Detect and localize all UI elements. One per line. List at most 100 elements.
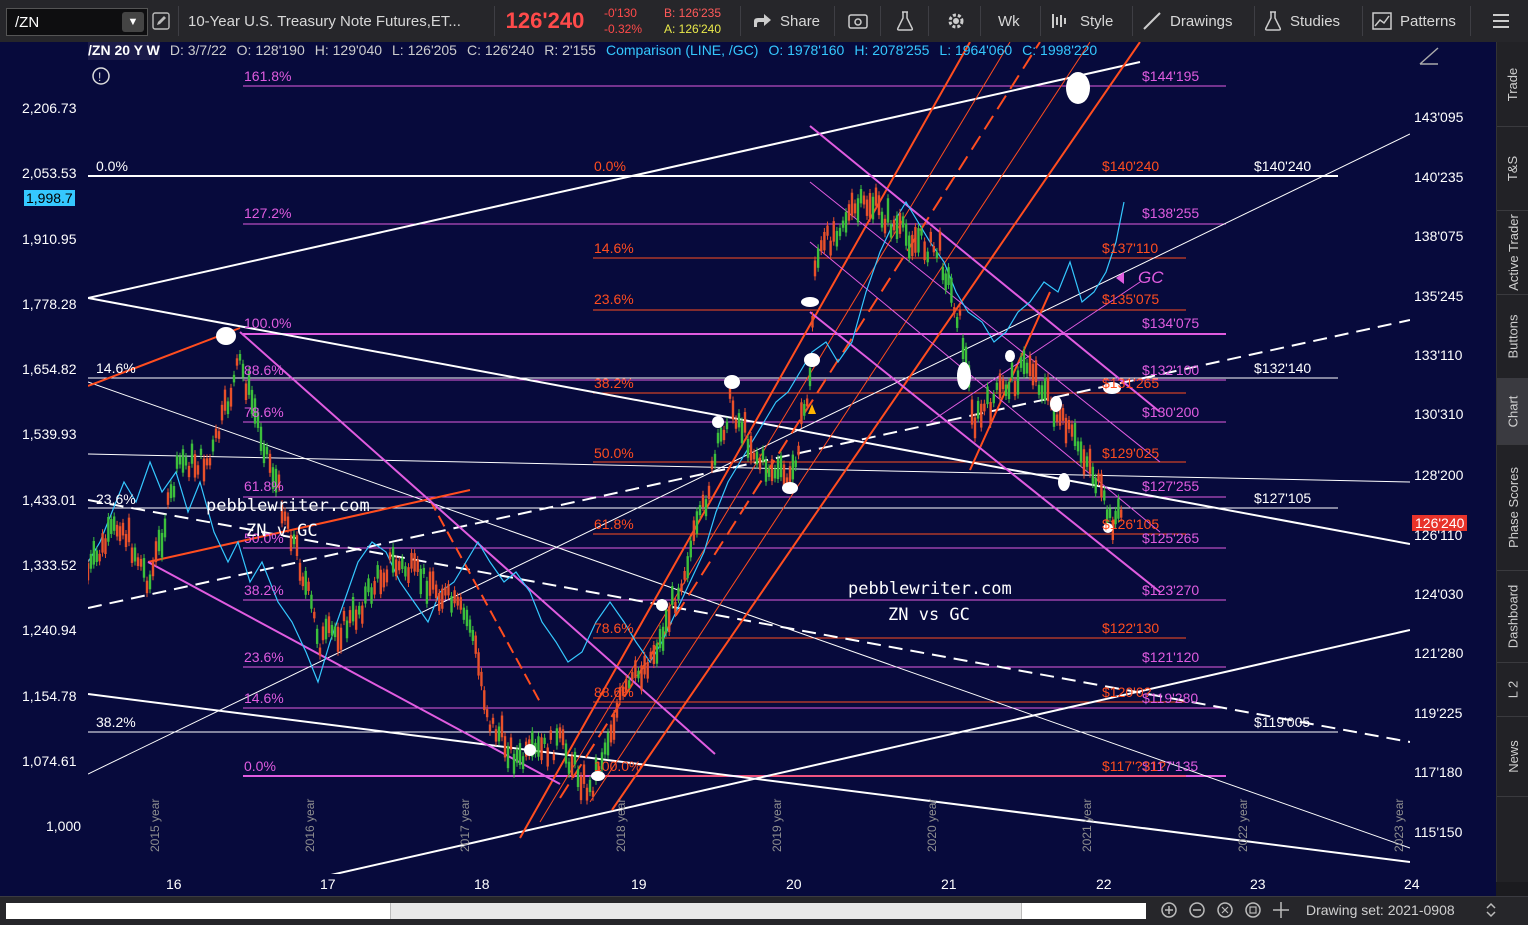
style-button[interactable]: Style <box>1050 0 1113 42</box>
tab-buttons[interactable]: Buttons <box>1497 294 1528 379</box>
candle-body <box>298 562 302 581</box>
candle-body <box>889 223 893 238</box>
zoom-area-icon[interactable] <box>1244 901 1262 919</box>
candle-body <box>576 769 580 788</box>
candle-body <box>908 235 911 259</box>
right-price-axis[interactable] <box>1410 42 1496 882</box>
watermark-text: pebblewriter.com <box>206 496 370 516</box>
candle-body <box>803 403 806 416</box>
tab-news[interactable]: News <box>1497 716 1528 797</box>
gear-icon[interactable] <box>946 0 966 42</box>
tab-phase-scores[interactable]: Phase Scores <box>1497 444 1528 571</box>
candle-body <box>1067 420 1071 430</box>
candle-body <box>770 459 774 482</box>
candle-body <box>877 195 881 216</box>
comparison-open: O: 1978'160 <box>768 42 845 58</box>
candle-body <box>1022 350 1026 375</box>
right-axis-label: 117'180 <box>1414 764 1463 780</box>
candle-body <box>895 215 899 240</box>
candle-body <box>865 199 869 216</box>
candle-body <box>917 227 920 253</box>
candle-body <box>1016 370 1020 395</box>
tab-level-2[interactable]: L 2 <box>1497 662 1528 717</box>
flask-icon[interactable] <box>896 0 914 42</box>
edit-pencil-icon[interactable] <box>152 0 170 42</box>
candle-body <box>743 412 747 433</box>
symbol-dropdown-icon[interactable]: ▼ <box>122 12 144 32</box>
price-level-label: $125'265 <box>1142 530 1200 546</box>
candle-body <box>615 702 619 718</box>
zoom-fit-icon[interactable] <box>1216 901 1234 919</box>
candle-body <box>677 587 680 600</box>
candle-body <box>92 541 96 565</box>
candle-body <box>422 567 426 574</box>
right-axis-label: 140'235 <box>1414 169 1464 185</box>
candle-body <box>901 216 905 228</box>
candle-body <box>631 672 634 680</box>
candle-body <box>552 753 556 761</box>
tab-time-and-sales[interactable]: T&S <box>1497 126 1528 211</box>
candle-body <box>800 402 803 425</box>
candle-body <box>958 309 962 316</box>
drawings-button[interactable]: Drawings <box>1142 0 1233 42</box>
fib-label: 23.6% <box>244 649 284 665</box>
candle-body <box>1085 456 1089 467</box>
candle-body <box>868 193 872 218</box>
candle-body <box>148 574 152 590</box>
symbol-text[interactable]: /ZN <box>7 14 122 31</box>
scale-icon[interactable] <box>1418 46 1440 71</box>
tab-chart[interactable]: Chart <box>1497 378 1528 445</box>
drawings-label: Drawings <box>1170 12 1233 30</box>
candle-body <box>829 240 832 256</box>
candle-body <box>923 241 926 261</box>
watermark-subtitle: ZN vs GC <box>888 605 970 625</box>
menu-icon[interactable] <box>1492 0 1510 42</box>
drawing-set-dropdown-icon[interactable] <box>1484 902 1498 923</box>
share-button[interactable]: Share <box>752 0 820 42</box>
fib-label: 88.6% <box>594 684 634 700</box>
candle-body <box>1019 357 1023 368</box>
candle-body <box>333 626 337 638</box>
candle-body <box>262 444 266 464</box>
candle-body <box>178 456 182 465</box>
candle-body <box>391 547 395 573</box>
tab-active-trader[interactable]: Active Trader <box>1497 210 1528 295</box>
tab-dashboard[interactable]: Dashboard <box>1497 570 1528 663</box>
candle-body <box>379 569 382 595</box>
time-scrollbar[interactable] <box>6 903 1146 919</box>
price-level-label: $120'0? <box>1102 684 1152 700</box>
symbol-input[interactable]: /ZN ▼ <box>6 8 148 36</box>
fib-label: 38.2% <box>96 714 136 730</box>
tab-trade[interactable]: Trade <box>1497 42 1528 127</box>
candle-body <box>932 246 936 253</box>
snapshot-icon[interactable] <box>848 0 868 42</box>
comparison-high: H: 2078'255 <box>854 42 930 58</box>
candle-body <box>973 417 977 439</box>
candle-body <box>820 240 823 252</box>
candle-body <box>725 421 729 430</box>
percent-change: -0.32% <box>604 22 643 36</box>
drawing-set-label[interactable]: Drawing set: 2021-0908 <box>1306 902 1455 918</box>
candle-body <box>938 231 942 251</box>
candle-body <box>1040 385 1044 400</box>
candle-body <box>450 596 453 613</box>
candle-body <box>324 618 328 640</box>
price-level-label: $122'130 <box>1102 620 1160 636</box>
period-button[interactable]: Wk <box>998 0 1020 42</box>
candle-body <box>646 661 649 679</box>
scrollbar-thumb[interactable] <box>390 903 1022 919</box>
crosshair-icon[interactable] <box>1272 901 1290 919</box>
comparison-label[interactable]: Comparison (LINE, /GC) <box>606 42 758 60</box>
candle-body <box>491 717 495 724</box>
zoom-in-icon[interactable] <box>1160 901 1178 919</box>
candle-body <box>929 231 932 243</box>
patterns-button[interactable]: Patterns <box>1372 0 1456 42</box>
alert-icon[interactable]: ! <box>92 67 110 85</box>
studies-button[interactable]: Studies <box>1264 0 1340 42</box>
chart-drawing-layer: ! <box>88 42 1410 874</box>
zoom-out-icon[interactable] <box>1188 901 1206 919</box>
candle-body <box>497 726 501 742</box>
symbol-description: 10-Year U.S. Treasury Note Futures,ET... <box>188 12 461 30</box>
price-level-label: $131'265 <box>1102 375 1160 391</box>
candle-body <box>480 671 483 687</box>
